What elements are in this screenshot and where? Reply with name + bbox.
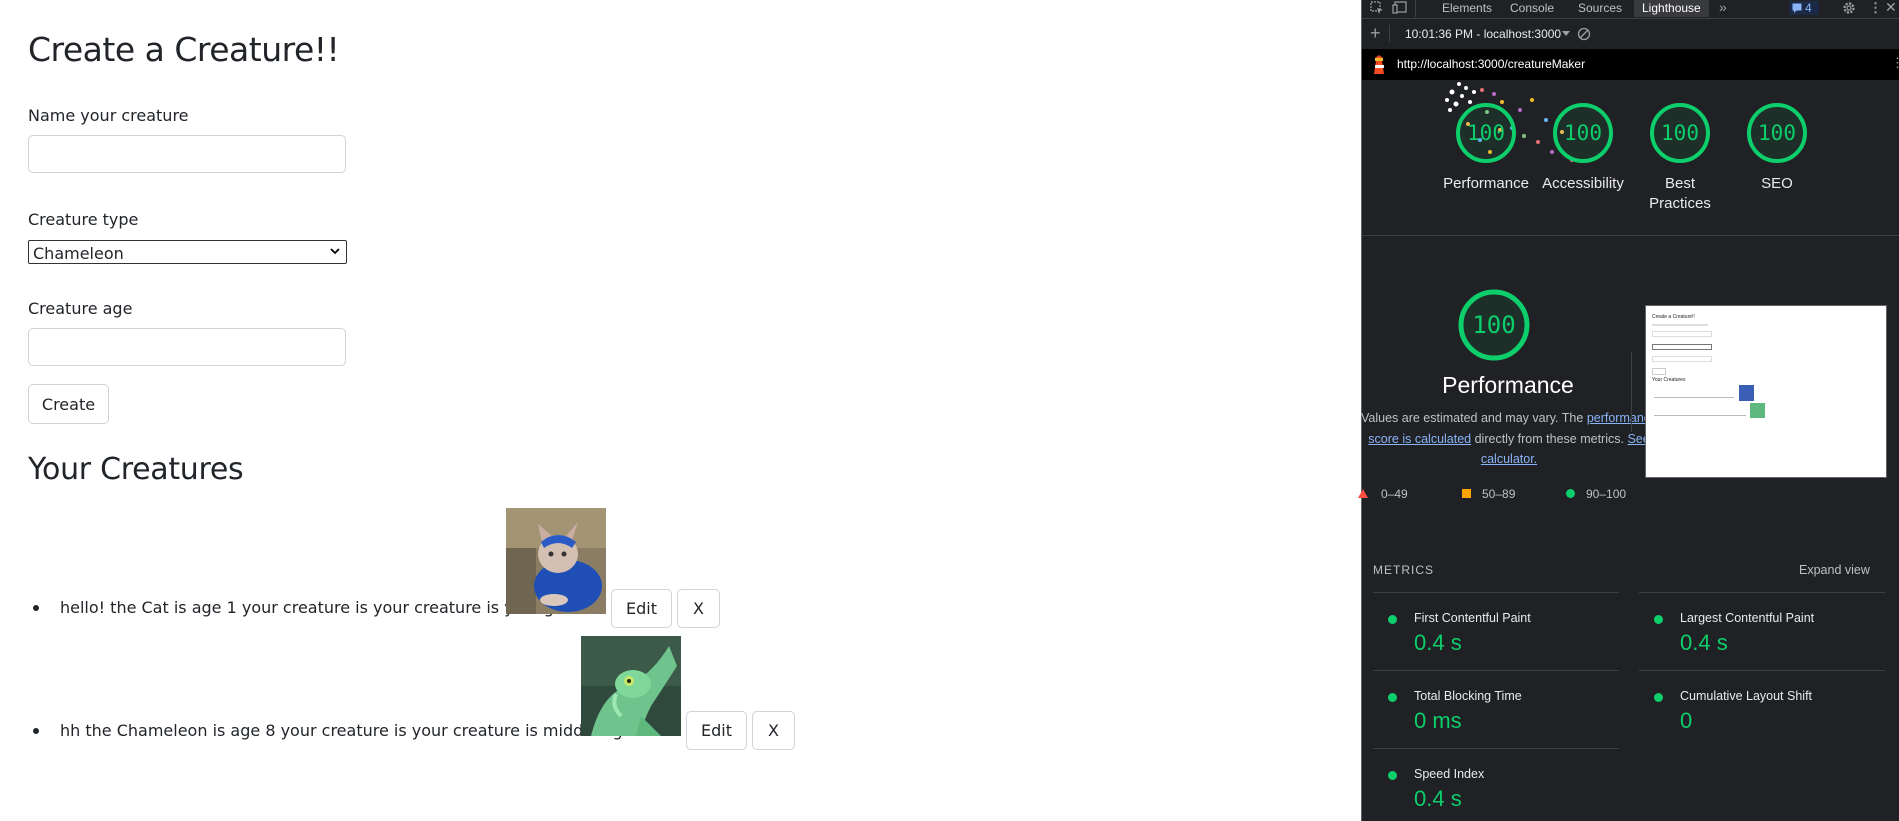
divider	[1362, 235, 1899, 236]
chevron-down-icon	[330, 248, 340, 255]
delete-button[interactable]: X	[752, 711, 795, 750]
name-input[interactable]	[28, 135, 346, 173]
average-square-icon	[1462, 489, 1471, 498]
report-menu-icon[interactable]: ⋮	[1891, 55, 1899, 71]
devtools-tab-bar: Elements Console Sources Lighthouse » 4 …	[1362, 0, 1899, 19]
more-tabs-icon[interactable]: »	[1719, 0, 1727, 15]
kebab-menu-icon[interactable]: ⋮	[1869, 0, 1882, 16]
creature-description: hh the Chameleon is age 8 your creature …	[60, 721, 656, 740]
inspect-element-icon[interactable]	[1370, 1, 1384, 15]
creature-type-select[interactable]: Chameleon	[28, 240, 347, 264]
creatures-list-title: Your Creatures	[28, 452, 244, 487]
age-input[interactable]	[28, 328, 346, 366]
close-icon[interactable]: ✕	[1885, 0, 1897, 16]
creature-type-value: Chameleon	[33, 244, 124, 263]
metrics-header: METRICS	[1373, 563, 1434, 577]
plus-icon[interactable]: +	[1370, 24, 1381, 42]
creature-maker-page: Create a Creature!! Name your creature C…	[0, 0, 1361, 821]
name-label: Name your creature	[28, 106, 189, 125]
bullet	[33, 605, 39, 611]
lighthouse-logo-icon	[1374, 55, 1384, 74]
performance-description: Values are estimated and may vary. The p…	[1360, 411, 1657, 466]
edit-button[interactable]: Edit	[686, 711, 747, 750]
page-title: Create a Creature!!	[28, 30, 340, 69]
pass-circle-icon	[1566, 489, 1575, 498]
caret-down-icon[interactable]	[1562, 31, 1570, 37]
clear-icon[interactable]	[1577, 27, 1591, 41]
message-icon	[1792, 3, 1802, 13]
age-label: Creature age	[28, 299, 133, 318]
device-toolbar-icon[interactable]	[1392, 1, 1408, 15]
page-screenshot-thumbnail[interactable]: Create a Creature!! Your Creatures	[1645, 305, 1887, 478]
tab-elements[interactable]: Elements	[1442, 1, 1492, 15]
cat-photo	[506, 508, 606, 614]
tab-lighthouse[interactable]: Lighthouse	[1634, 0, 1709, 17]
devtools-panel: Elements Console Sources Lighthouse » 4 …	[1358, 0, 1899, 821]
bullet	[33, 728, 39, 734]
legend-fail: 0–49	[1381, 487, 1408, 501]
create-button[interactable]: Create	[28, 384, 109, 424]
gear-icon[interactable]	[1842, 1, 1856, 15]
creature-description: hello! the Cat is age 1 your creature is…	[60, 598, 574, 617]
tab-sources[interactable]: Sources	[1578, 1, 1622, 15]
report-url-bar: http://localhost:3000/creatureMaker ⋮	[1362, 49, 1899, 80]
legend-pass: 90–100	[1586, 487, 1627, 501]
delete-button[interactable]: X	[677, 589, 720, 628]
expand-view-toggle[interactable]: Expand view	[1799, 563, 1870, 577]
tab-console[interactable]: Console	[1510, 1, 1554, 15]
type-label: Creature type	[28, 210, 139, 229]
performance-heading: Performance	[1442, 372, 1574, 398]
fail-triangle-icon	[1358, 489, 1368, 498]
performance-main-score: 100	[1472, 311, 1516, 339]
legend-average: 50–89	[1482, 487, 1516, 501]
lighthouse-toolbar: + 10:01:36 PM - localhost:3000	[1362, 19, 1899, 50]
edit-button[interactable]: Edit	[611, 589, 672, 628]
report-selector[interactable]: 10:01:36 PM - localhost:3000	[1405, 27, 1561, 41]
issues-badge[interactable]: 4	[1789, 1, 1819, 15]
chameleon-photo	[581, 636, 681, 742]
report-url: http://localhost:3000/creatureMaker	[1397, 57, 1586, 71]
